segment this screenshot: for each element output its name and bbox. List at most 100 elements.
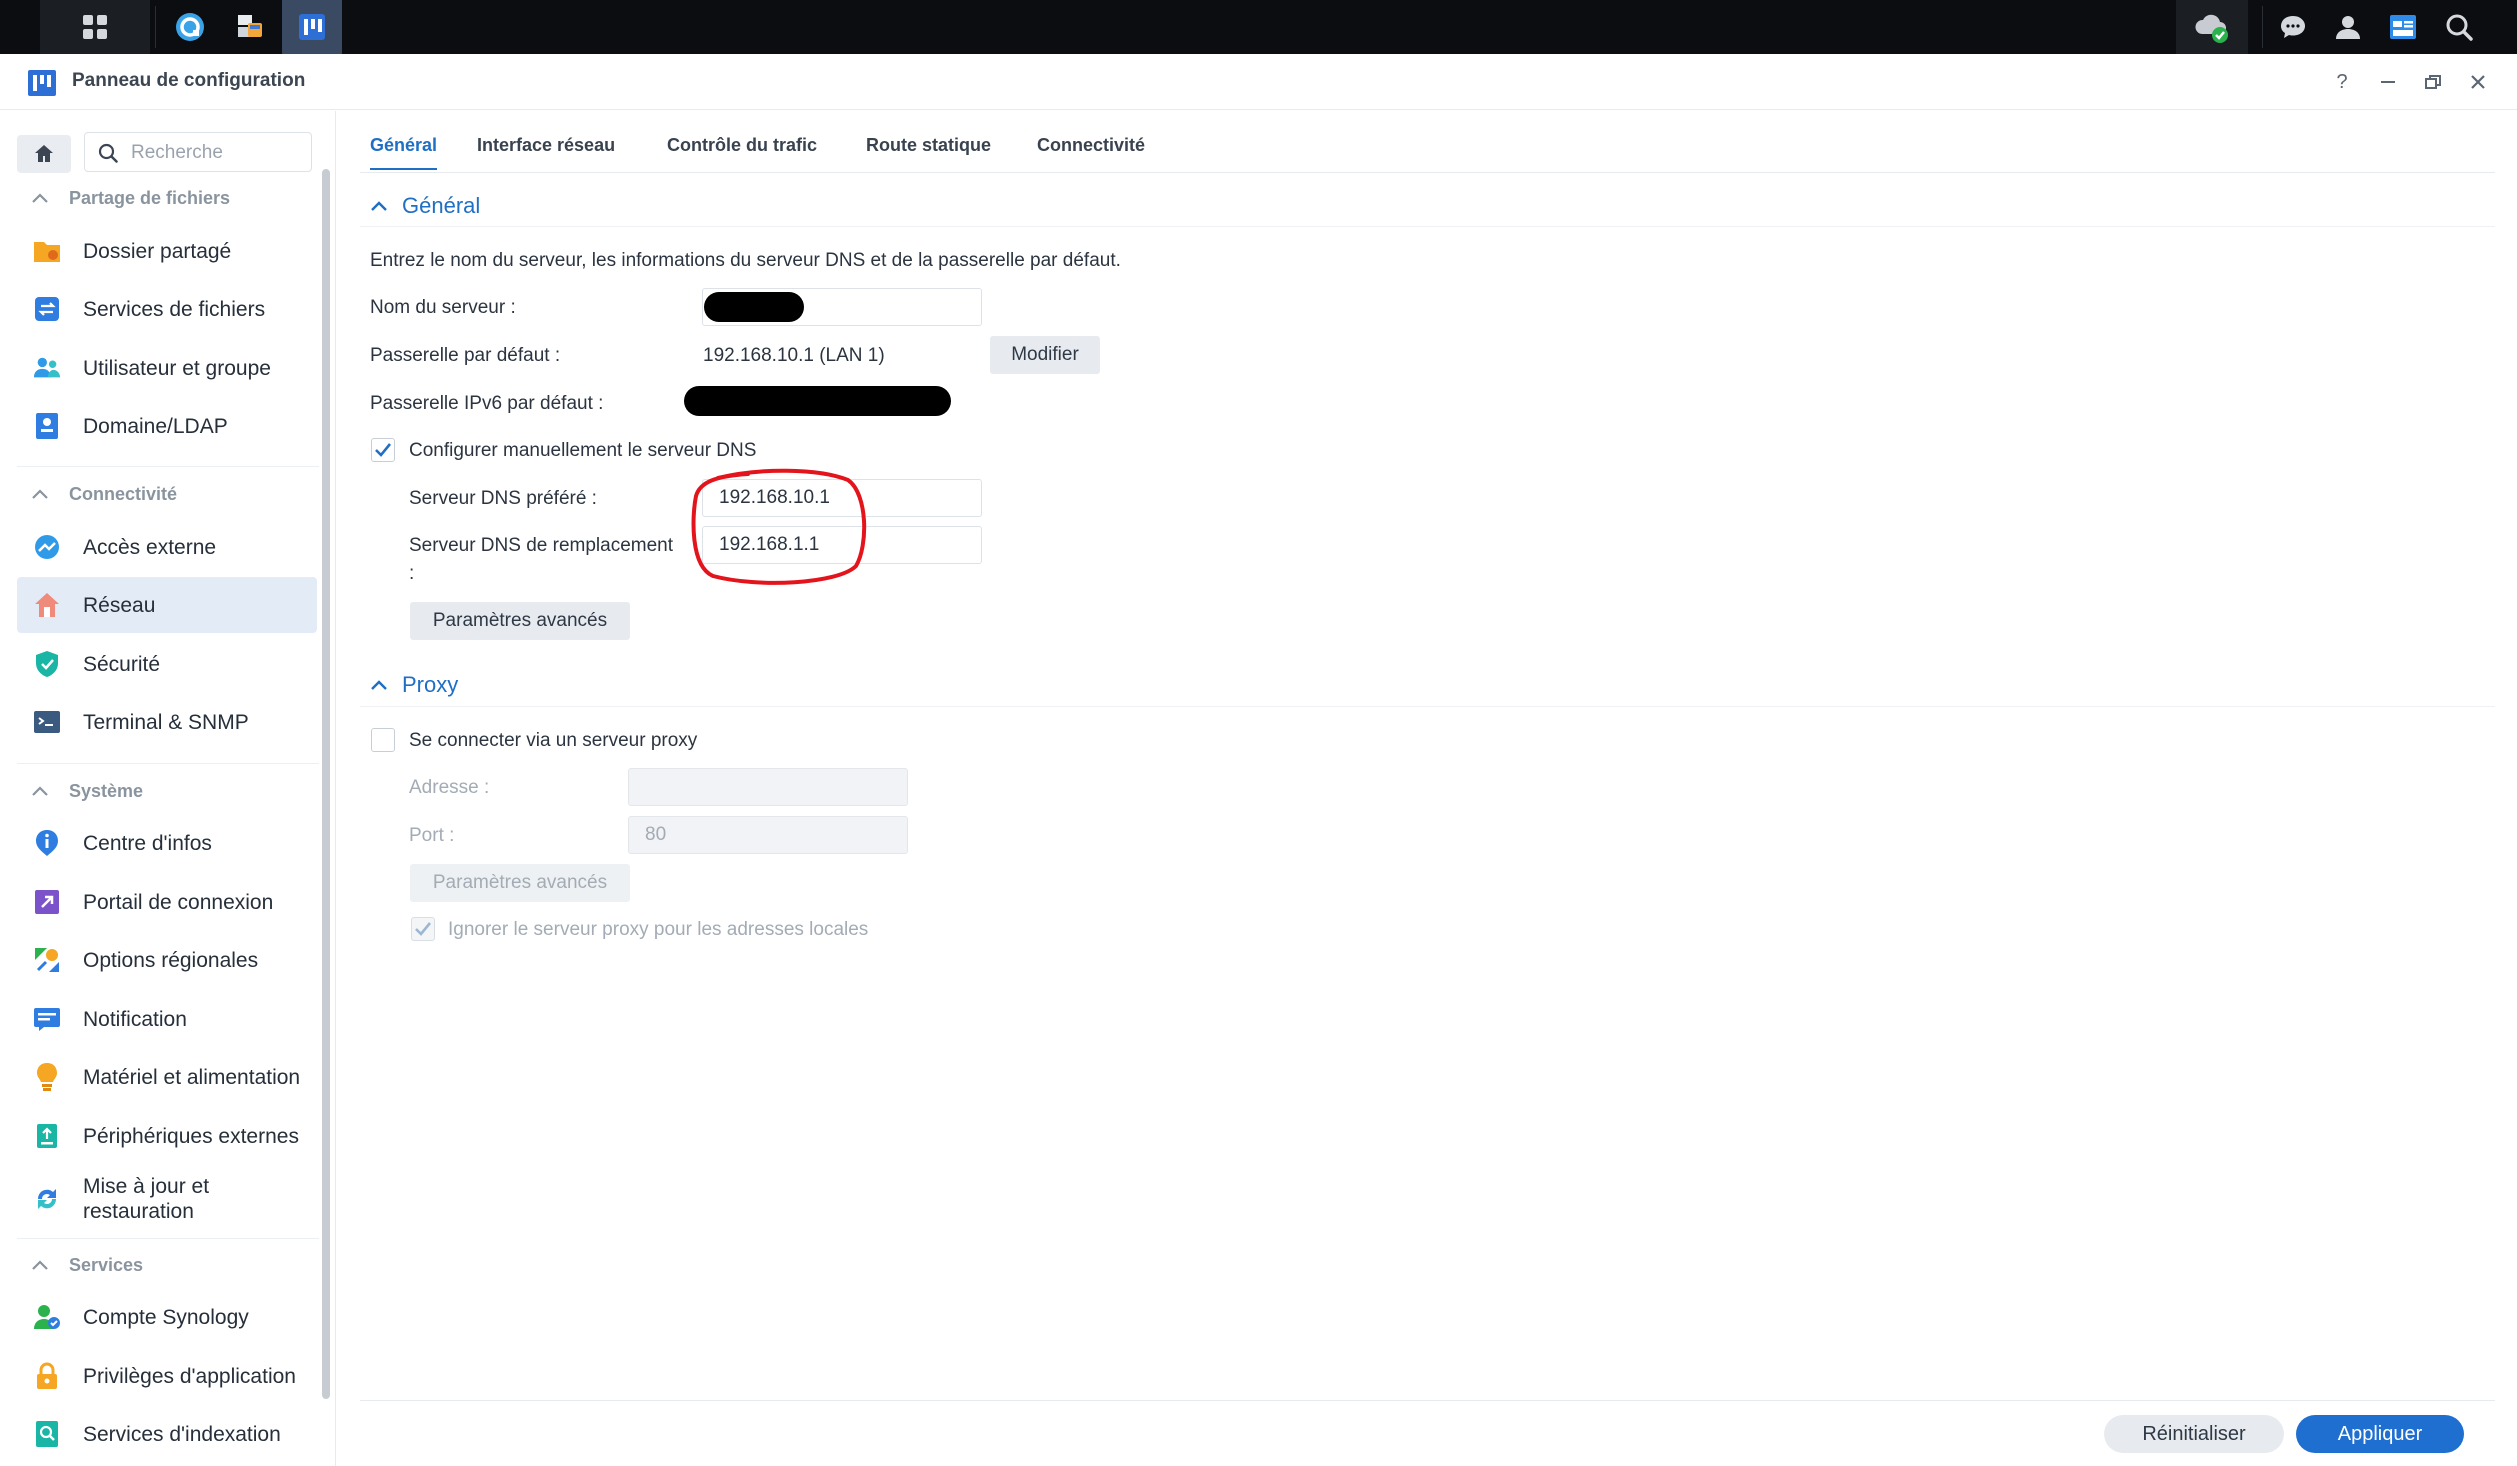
taskbar-widgets[interactable] xyxy=(2378,0,2428,54)
sidebar-item-label: Mise à jour et restauration xyxy=(83,1175,210,1223)
taskbar-user[interactable] xyxy=(2323,0,2373,54)
ipv6-gateway-label: Passerelle IPv6 par défaut : xyxy=(370,393,604,414)
modify-gateway-button[interactable]: Modifier xyxy=(990,336,1100,374)
proxy-port-input[interactable]: 80 xyxy=(628,816,908,854)
sidebar-item-indexing-service[interactable]: Services d'indexation xyxy=(17,1406,317,1462)
sidebar-item-file-services[interactable]: Services de fichiers xyxy=(17,281,317,337)
login-portal-icon xyxy=(35,890,59,914)
group-header-proxy[interactable]: Proxy xyxy=(370,672,458,698)
sidebar-item-label: Terminal & SNMP xyxy=(83,710,249,734)
group-title: Général xyxy=(402,193,481,218)
alternate-dns-label-colon: : xyxy=(409,563,415,584)
dns-advanced-settings-button[interactable]: Paramètres avancés xyxy=(410,602,630,640)
update-restore-icon xyxy=(37,1189,57,1209)
reset-button[interactable]: Réinitialiser xyxy=(2104,1415,2284,1453)
sidebar-item-external-access[interactable]: Accès externe xyxy=(17,519,317,575)
sidebar-item-label: Portail de connexion xyxy=(83,890,274,914)
shared-folder-icon xyxy=(34,242,60,262)
restore-button[interactable] xyxy=(2419,68,2447,96)
sidebar-item-security[interactable]: Sécurité xyxy=(17,636,317,692)
redaction-mark xyxy=(684,386,951,416)
sidebar-item-login-portal[interactable]: Portail de connexion xyxy=(17,874,317,930)
sidebar-item-label: Centre d'infos xyxy=(83,831,212,855)
sidebar-item-user-group[interactable]: Utilisateur et groupe xyxy=(17,340,317,396)
proxy-address-input[interactable] xyxy=(628,768,908,806)
taskbar-chat[interactable] xyxy=(2268,0,2318,54)
synology-account-icon xyxy=(34,1305,60,1329)
sidebar-item-label: Dossier partagé xyxy=(83,239,232,263)
search-input[interactable] xyxy=(131,139,301,167)
sidebar-item-label: Notification xyxy=(83,1007,187,1031)
tab-static-route[interactable]: Route statique xyxy=(866,135,991,168)
taskbar-cloud-sync[interactable] xyxy=(2176,0,2248,54)
chevron-up-icon xyxy=(32,1260,48,1270)
sidebar-item-app-privileges[interactable]: Privilèges d'application xyxy=(17,1348,317,1404)
preferred-dns-label: Serveur DNS préféré : xyxy=(409,488,597,509)
proxy-bypass-checkbox[interactable] xyxy=(411,917,435,941)
sidebar-item-regional-options[interactable]: Options régionales xyxy=(17,932,317,988)
manual-dns-checkbox[interactable] xyxy=(371,438,395,462)
sidebar-search[interactable] xyxy=(84,132,312,172)
sidebar: Partage de fichiers Dossier partagé Serv… xyxy=(0,111,336,1466)
server-name-label: Nom du serveur : xyxy=(370,297,516,318)
window-titlebar[interactable]: Panneau de configuration ? xyxy=(0,54,2517,110)
close-button[interactable] xyxy=(2464,68,2492,96)
sidebar-item-network[interactable]: Réseau xyxy=(17,577,317,633)
section-title: Partage de fichiers xyxy=(69,187,231,208)
sidebar-item-info-center[interactable]: Centre d'infos xyxy=(17,815,317,871)
proxy-checkbox[interactable] xyxy=(371,728,395,752)
sidebar-item-domain-ldap[interactable]: Domaine/LDAP xyxy=(17,398,317,454)
tab-traffic-control[interactable]: Contrôle du trafic xyxy=(667,135,817,168)
network-icon xyxy=(35,593,59,617)
tab-network-interface[interactable]: Interface réseau xyxy=(477,135,615,168)
home-button[interactable] xyxy=(17,135,71,173)
app-privileges-icon xyxy=(37,1362,57,1389)
tab-general[interactable]: Général xyxy=(370,135,438,170)
section-header-system[interactable]: Système xyxy=(17,776,143,806)
sidebar-item-label: Services de fichiers xyxy=(83,297,266,321)
sidebar-item-synology-account[interactable]: Compte Synology xyxy=(17,1289,317,1345)
main-menu-button[interactable] xyxy=(40,0,150,54)
minimize-button[interactable] xyxy=(2374,68,2402,96)
section-header-connectivity[interactable]: Connectivité xyxy=(17,479,177,509)
sidebar-item-label: Périphériques externes xyxy=(83,1124,299,1148)
chat-icon xyxy=(2281,16,2305,38)
section-divider xyxy=(17,763,319,764)
checkmark-icon xyxy=(415,922,432,936)
close-icon xyxy=(2471,75,2485,89)
taskbar-app-synology-drive[interactable] xyxy=(160,0,220,54)
taskbar-app-control-panel[interactable] xyxy=(282,0,342,54)
apply-button[interactable]: Appliquer xyxy=(2296,1415,2464,1453)
taskbar-separator xyxy=(2262,6,2263,48)
chevron-up-icon xyxy=(32,786,48,796)
sidebar-item-terminal[interactable]: Terminal & SNMP xyxy=(17,694,317,750)
taskbar-separator xyxy=(155,6,156,48)
sidebar-item-notification[interactable]: Notification xyxy=(17,991,317,1047)
proxy-connect-label: Se connecter via un serveur proxy xyxy=(409,730,698,751)
hardware-power-icon xyxy=(37,1063,57,1091)
tab-connectivity[interactable]: Connectivité xyxy=(1037,135,1145,168)
group-header-general[interactable]: Général xyxy=(370,193,480,219)
help-button[interactable]: ? xyxy=(2328,68,2356,96)
group-divider xyxy=(360,226,2495,227)
section-header-file-sharing[interactable]: Partage de fichiers xyxy=(17,183,230,213)
taskbar-app-package-center[interactable] xyxy=(220,0,280,54)
group-title: Proxy xyxy=(402,672,459,697)
proxy-advanced-settings-button[interactable]: Paramètres avancés xyxy=(410,864,630,902)
help-icon: ? xyxy=(2336,70,2348,93)
window-title: Panneau de configuration xyxy=(72,70,306,91)
apps-grid-icon xyxy=(83,15,107,39)
sidebar-item-hardware-power[interactable]: Matériel et alimentation xyxy=(17,1049,317,1105)
sidebar-item-update-restore[interactable]: Mise à jour et restauration xyxy=(17,1166,317,1232)
synology-drive-icon xyxy=(176,13,204,41)
sidebar-item-shared-folder[interactable]: Dossier partagé xyxy=(17,223,317,279)
sidebar-item-label: Domaine/LDAP xyxy=(83,414,228,438)
sidebar-scrollbar[interactable] xyxy=(322,169,330,1399)
taskbar-search[interactable] xyxy=(2434,0,2484,54)
widgets-icon xyxy=(2390,15,2416,39)
section-header-services[interactable]: Services xyxy=(17,1250,143,1280)
tab-bar: Général Interface réseau Contrôle du tra… xyxy=(360,111,2495,173)
sidebar-item-label: Sécurité xyxy=(83,652,161,676)
package-center-icon xyxy=(238,15,262,37)
sidebar-item-external-devices[interactable]: Périphériques externes xyxy=(17,1108,317,1164)
